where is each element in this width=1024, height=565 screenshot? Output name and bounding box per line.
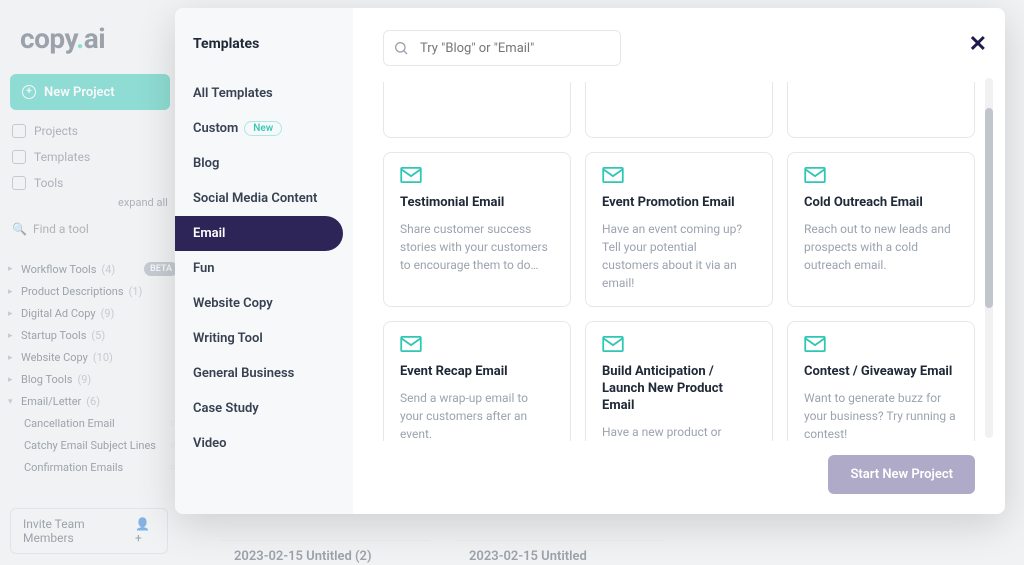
card-desc: Have an event coming up? Tell your poten…	[602, 220, 756, 292]
tree-item[interactable]: ▸Workflow Tools (4)BETA	[8, 260, 178, 278]
sidebar-item-projects[interactable]: Projects	[12, 124, 90, 138]
grid-icon	[12, 124, 26, 138]
category-all-templates[interactable]: All Templates	[175, 76, 353, 111]
envelope-icon	[804, 167, 826, 183]
tree-subitem[interactable]: Cancellation Email☆	[8, 415, 178, 432]
card-desc: Send a wrap-up email to your customers a…	[400, 389, 554, 441]
category-list: All Templates Custom New Blog Social Med…	[175, 76, 353, 461]
card-title: Cold Outreach Email	[804, 195, 958, 212]
category-custom[interactable]: Custom New	[175, 111, 353, 146]
template-card[interactable]: Testimonial Email Share customer success…	[383, 152, 571, 307]
template-card[interactable]: Contest / Giveaway Email Want to generat…	[787, 321, 975, 441]
tree-item[interactable]: ▸Website Copy (10)	[8, 349, 178, 366]
tree-item[interactable]: ▸Digital Ad Copy (9)	[8, 305, 178, 322]
template-card[interactable]: Event Promotion Email Have an event comi…	[585, 152, 773, 307]
template-card[interactable]: Build Anticipation / Launch New Product …	[585, 321, 773, 441]
template-card[interactable]: Cold Outreach Email Reach out to new lea…	[787, 152, 975, 307]
beta-badge: BETA	[144, 262, 178, 276]
tree-item[interactable]: ▸Startup Tools (5)	[8, 327, 178, 344]
template-card[interactable]: Event Recap Email Send a wrap-up email t…	[383, 321, 571, 441]
envelope-icon	[400, 336, 422, 352]
card-desc: Want to generate buzz for your business?…	[804, 389, 958, 441]
card-desc: Have a new product or service? Create an…	[602, 423, 756, 441]
card-title: Event Recap Email	[400, 364, 554, 381]
person-plus-icon: 👤+	[135, 517, 155, 545]
cards-area[interactable]: Testimonial Email Share customer success…	[353, 76, 1005, 441]
sidebar-item-tools[interactable]: Tools	[12, 176, 90, 190]
sidebar-item-templates[interactable]: Templates	[12, 150, 90, 164]
category-writing-tool[interactable]: Writing Tool	[175, 321, 353, 356]
category-blog[interactable]: Blog	[175, 146, 353, 181]
card-desc: Reach out to new leads and prospects wit…	[804, 220, 958, 274]
envelope-icon	[804, 336, 826, 352]
card-title: Testimonial Email	[400, 195, 554, 212]
tree-item[interactable]: ▸Product Descriptions (1)	[8, 283, 178, 300]
new-project-button[interactable]: + New Project	[10, 74, 170, 110]
modal-main: ✕ Testimonial Email Share customer succe…	[353, 8, 1005, 514]
category-case-study[interactable]: Case Study	[175, 391, 353, 426]
tree-subitem[interactable]: Catchy Email Subject Lines☆	[8, 437, 178, 454]
card-title: Event Promotion Email	[602, 195, 756, 212]
template-icon	[12, 150, 26, 164]
expand-all-link[interactable]: expand all	[118, 196, 168, 209]
templates-modal: Templates All Templates Custom New Blog …	[175, 8, 1005, 514]
category-general-business[interactable]: General Business	[175, 356, 353, 391]
project-card[interactable]: 2023-02-15 Untitled	[455, 540, 665, 560]
modal-sidebar: Templates All Templates Custom New Blog …	[175, 8, 353, 514]
card-title: Build Anticipation / Launch New Product …	[602, 364, 756, 415]
tool-icon	[12, 176, 26, 190]
envelope-icon	[602, 336, 624, 352]
modal-header: ✕	[353, 8, 1005, 76]
card-title: Contest / Giveaway Email	[804, 364, 958, 381]
new-project-label: New Project	[44, 85, 115, 100]
template-card-partial[interactable]	[585, 82, 773, 138]
sidebar-nav: Projects Templates Tools	[12, 124, 90, 190]
category-fun[interactable]: Fun	[175, 251, 353, 286]
tree-subitem[interactable]: Confirmation Emails☆	[8, 459, 178, 476]
new-badge: New	[244, 121, 282, 136]
sidebar-search[interactable]: 🔍	[12, 222, 143, 236]
search-icon	[393, 40, 409, 60]
template-card-partial[interactable]	[383, 82, 571, 138]
tree-item[interactable]: ▸Blog Tools (9)	[8, 371, 178, 388]
category-website-copy[interactable]: Website Copy	[175, 286, 353, 321]
category-email[interactable]: Email	[175, 216, 343, 251]
tree-item[interactable]: ▾Email/Letter (6)	[8, 393, 178, 410]
project-card[interactable]: 2023-02-15 Untitled (2)	[220, 540, 430, 560]
template-card-partial[interactable]	[787, 82, 975, 138]
start-new-project-button[interactable]: Start New Project	[828, 455, 975, 494]
invite-team-button[interactable]: Invite Team Members 👤+	[10, 508, 168, 554]
envelope-icon	[602, 167, 624, 183]
close-icon[interactable]: ✕	[969, 32, 987, 57]
template-search-input[interactable]	[383, 30, 621, 66]
card-desc: Share customer success stories with your…	[400, 220, 554, 274]
sidebar-search-input[interactable]	[33, 222, 143, 236]
plus-icon: +	[22, 85, 36, 99]
modal-footer: Start New Project	[353, 441, 1005, 514]
modal-title: Templates	[175, 36, 353, 76]
category-social-media[interactable]: Social Media Content	[175, 181, 353, 216]
sidebar-tree: ▸Workflow Tools (4)BETA ▸Product Descrip…	[8, 260, 178, 476]
app-logo: copy.ai	[20, 22, 105, 55]
template-search[interactable]	[383, 30, 621, 66]
search-icon: 🔍	[12, 222, 27, 236]
category-video[interactable]: Video	[175, 426, 353, 461]
envelope-icon	[400, 167, 422, 183]
